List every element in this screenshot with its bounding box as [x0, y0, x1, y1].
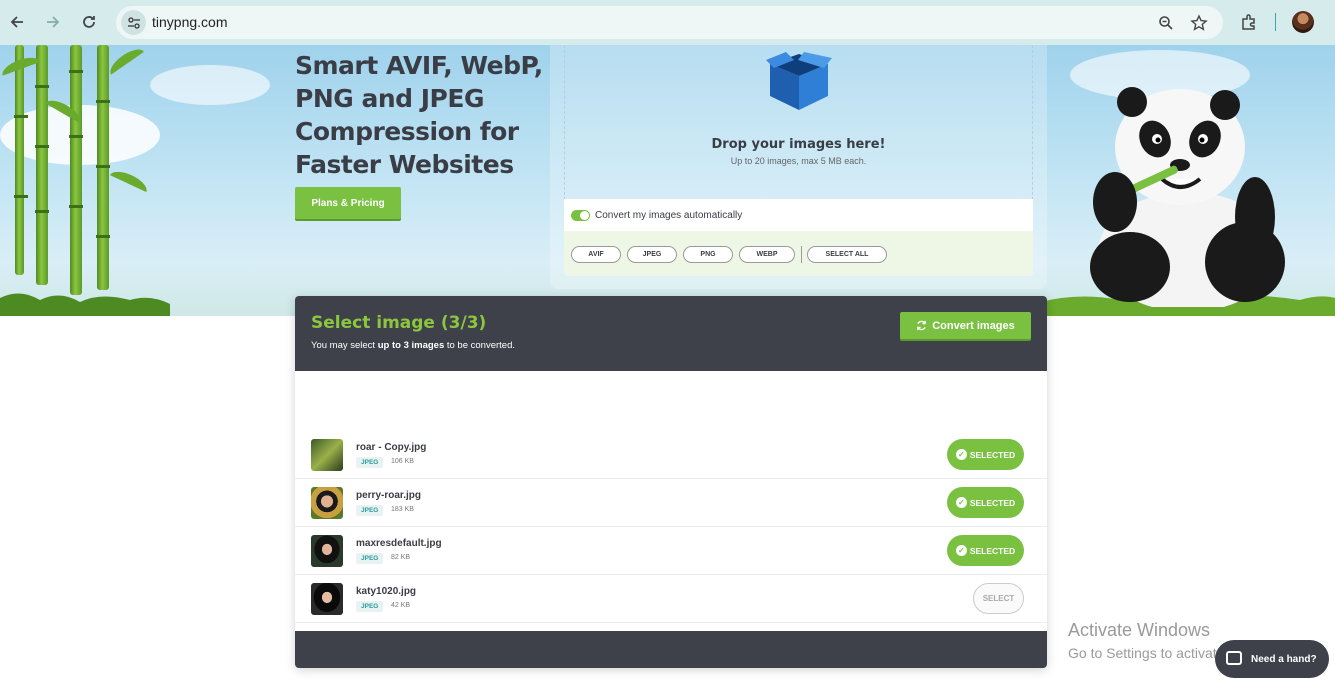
browser-toolbar: tinypng.com — [0, 0, 1335, 45]
bamboo-stalk — [96, 45, 110, 290]
file-type-badge: JPEG — [356, 505, 384, 516]
zoom-icon[interactable] — [1156, 13, 1176, 33]
toolbar-divider — [1275, 13, 1276, 31]
bamboo-leaf — [109, 166, 151, 193]
file-name: maxresdefault.jpg — [356, 538, 442, 549]
need-a-hand-button[interactable]: Need a hand? — [1215, 640, 1329, 678]
format-options: AVIF JPEG PNG WEBP SELECT ALL — [564, 231, 1033, 276]
chat-icon — [1226, 651, 1242, 665]
url-text[interactable]: tinypng.com — [152, 14, 227, 30]
file-thumbnail — [311, 487, 343, 519]
file-thumbnail — [311, 439, 343, 471]
file-row: katy1020.jpg JPEG 42 KB SELECT — [295, 575, 1047, 623]
file-row: maxresdefault.jpg JPEG 82 KB ✓ SELECTED — [295, 527, 1047, 575]
panel-footer — [295, 631, 1047, 668]
format-divider — [801, 246, 802, 263]
reload-icon[interactable] — [77, 10, 101, 34]
bamboo-leaf — [106, 45, 144, 75]
file-size: 42 KB — [391, 602, 411, 609]
convert-toggle-label: Convert my images automatically — [595, 210, 743, 221]
file-type-badge: JPEG — [356, 553, 384, 564]
hero-banner: Smart AVIF, WebP, PNG and JPEG Compressi… — [0, 45, 1335, 316]
profile-avatar[interactable] — [1292, 11, 1314, 33]
file-row: roar - Copy.jpg JPEG 106 KB ✓ SELECTED — [295, 431, 1047, 479]
file-size: 82 KB — [391, 554, 411, 561]
check-icon: ✓ — [955, 497, 967, 508]
file-name: katy1020.jpg — [356, 586, 417, 597]
format-png-button[interactable]: PNG — [683, 246, 733, 263]
select-all-button[interactable]: SELECT ALL — [807, 246, 887, 263]
panel-title: Select image (3/3) — [311, 313, 487, 333]
site-info-icon[interactable] — [121, 10, 146, 35]
bookmark-star-icon[interactable] — [1189, 13, 1209, 33]
file-thumbnail — [311, 535, 343, 567]
selected-toggle-button[interactable]: ✓ SELECTED — [947, 439, 1024, 470]
select-button[interactable]: SELECT — [973, 583, 1024, 614]
bamboo-stalk — [69, 45, 83, 295]
format-webp-button[interactable]: WEBP — [739, 246, 795, 263]
back-icon[interactable] — [5, 10, 29, 34]
selected-toggle-button[interactable]: ✓ SELECTED — [947, 487, 1024, 518]
plans-pricing-button[interactable]: Plans & Pricing — [295, 187, 401, 219]
file-name: perry-roar.jpg — [356, 490, 422, 501]
file-type-badge: JPEG — [356, 601, 384, 612]
hero-title: Smart AVIF, WebP, PNG and JPEG Compressi… — [295, 51, 543, 179]
drop-title: Drop your images here! — [711, 137, 886, 152]
extensions-icon[interactable] — [1237, 10, 1261, 34]
drop-subtitle: Up to 20 images, max 5 MB each. — [730, 156, 867, 166]
refresh-icon — [917, 320, 927, 331]
check-icon: ✓ — [955, 545, 967, 556]
forward-icon[interactable] — [41, 10, 65, 34]
file-type-badge: JPEG — [356, 457, 384, 468]
bamboo-stalk — [14, 45, 28, 275]
check-icon: ✓ — [955, 449, 967, 460]
convert-toggle-row: Convert my images automatically — [564, 199, 1033, 231]
bamboo-stalk — [35, 45, 49, 285]
selected-toggle-button[interactable]: ✓ SELECTED — [947, 535, 1024, 566]
cloud — [150, 65, 270, 105]
file-size: 106 KB — [391, 458, 414, 465]
format-jpeg-button[interactable]: JPEG — [627, 246, 677, 263]
convert-toggle[interactable] — [571, 210, 590, 221]
panel-header: Select image (3/3) You may select up to … — [295, 296, 1047, 371]
upload-box-icon — [766, 52, 832, 110]
windows-activation-title: Activate Windows — [1068, 620, 1211, 640]
panel-subtitle: You may select up to 3 images to be conv… — [311, 340, 516, 351]
file-name: roar - Copy.jpg — [356, 442, 427, 453]
convert-images-button[interactable]: Convert images — [900, 312, 1031, 339]
select-images-panel: Select image (3/3) You may select up to … — [295, 296, 1047, 668]
panda-mascot — [1090, 87, 1285, 307]
file-row: perry-roar.jpg JPEG 183 KB ✓ SELECTED — [295, 479, 1047, 527]
address-bar[interactable]: tinypng.com — [116, 6, 1223, 39]
file-thumbnail — [311, 583, 343, 615]
file-size: 183 KB — [391, 506, 414, 513]
format-avif-button[interactable]: AVIF — [571, 246, 621, 263]
